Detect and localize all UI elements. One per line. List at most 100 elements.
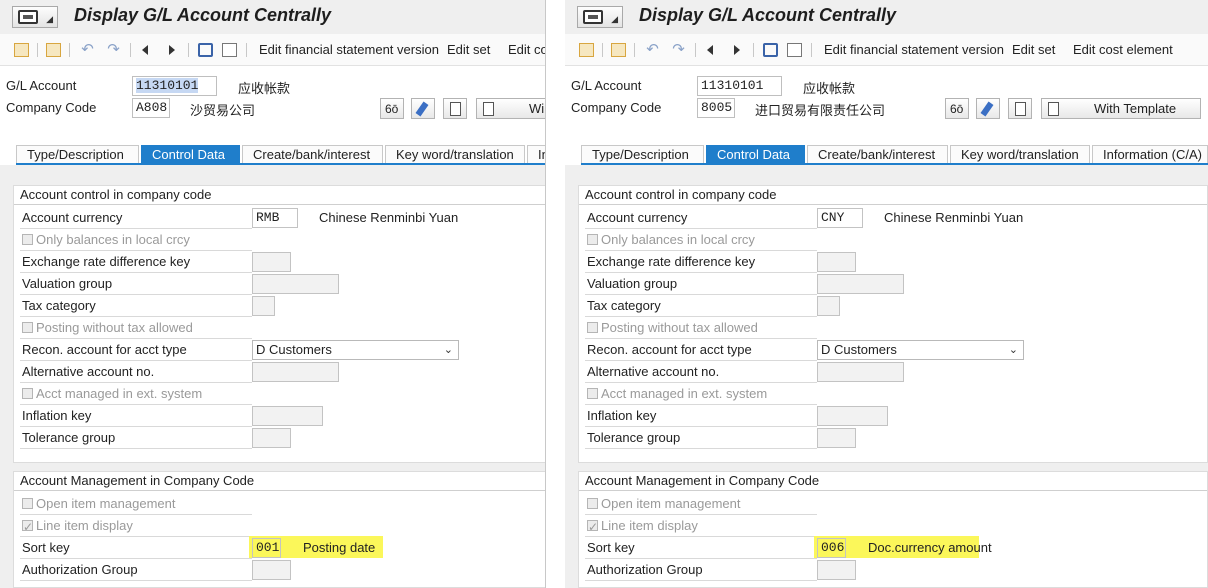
where-used-icon[interactable] [198, 43, 213, 57]
alternative-account-field[interactable] [817, 362, 904, 382]
tab-control-data[interactable]: Control Data [141, 145, 240, 164]
document-icon[interactable] [787, 43, 802, 57]
next-icon[interactable] [734, 45, 740, 55]
recon-account-label: Recon. account for acct type [585, 340, 817, 361]
company-code-field[interactable]: A808 [132, 98, 170, 118]
tolerance-group-field[interactable] [817, 428, 856, 448]
only-balances-checkbox[interactable]: Only balances in local crcy [20, 230, 252, 251]
page-icon [450, 102, 461, 116]
left-window: ◢ Display G/L Account Centrally ↶ ↷ Edit… [0, 0, 545, 588]
gl-account-field[interactable]: 11310101 [697, 76, 782, 96]
tab-control-data[interactable]: Control Data [706, 145, 805, 164]
company-code-field[interactable]: 8005 [697, 98, 735, 118]
tax-category-field[interactable] [817, 296, 840, 316]
where-used-icon[interactable] [763, 43, 778, 57]
hierarchy-icon[interactable] [611, 43, 626, 57]
redo-icon[interactable]: ↷ [671, 42, 686, 57]
edit-button[interactable] [411, 98, 435, 119]
recon-account-select[interactable]: D Customers ⌄ [817, 340, 1024, 360]
menu-icon [583, 10, 603, 24]
open-item-label: Open item management [601, 496, 741, 511]
edit-set-button[interactable]: Edit set [1012, 42, 1055, 57]
other-object-icon[interactable] [579, 43, 594, 57]
previous-icon[interactable] [142, 45, 148, 55]
sort-key-field[interactable]: 001 [252, 538, 281, 558]
authorization-group-label: Authorization Group [585, 560, 817, 581]
tab-key-word-translation[interactable]: Key word/translation [385, 145, 525, 164]
line-item-checkbox[interactable]: Line item display [20, 516, 252, 537]
edit-cost-element-button[interactable]: Edit co [508, 42, 545, 57]
exchange-rate-key-field[interactable] [252, 252, 291, 272]
authorization-group-field[interactable] [252, 560, 291, 580]
page-icon [1015, 102, 1026, 116]
account-currency-field[interactable]: RMB [252, 208, 298, 228]
tab-information[interactable]: In [527, 145, 545, 164]
authorization-group-field[interactable] [817, 560, 856, 580]
with-template-label: With Template [1094, 101, 1177, 116]
tolerance-group-field[interactable] [252, 428, 291, 448]
display-button[interactable]: 6ō [380, 98, 404, 119]
inflation-key-field[interactable] [252, 406, 323, 426]
open-item-checkbox[interactable]: Open item management [20, 494, 252, 515]
edit-fsv-button[interactable]: Edit financial statement version [259, 42, 439, 57]
account-currency-label: Account currency [20, 208, 252, 229]
acct-ext-system-checkbox[interactable]: Acct managed in ext. system [20, 384, 252, 405]
tax-category-label: Tax category [585, 296, 817, 317]
document-icon[interactable] [222, 43, 237, 57]
tab-create-bank-interest[interactable]: Create/bank/interest [242, 145, 383, 164]
account-currency-field[interactable]: CNY [817, 208, 863, 228]
undo-icon[interactable]: ↶ [645, 42, 660, 57]
alternative-account-label: Alternative account no. [585, 362, 817, 383]
sort-key-field[interactable]: 006 [817, 538, 846, 558]
sort-key-description: Doc.currency amount [868, 540, 992, 555]
valuation-group-field[interactable] [817, 274, 904, 294]
tab-type-description[interactable]: Type/Description [16, 145, 139, 164]
system-menu-button[interactable]: ◢ [577, 6, 623, 28]
edit-fsv-button[interactable]: Edit financial statement version [824, 42, 1004, 57]
valuation-group-field[interactable] [252, 274, 339, 294]
open-item-checkbox[interactable]: Open item management [585, 494, 817, 515]
hierarchy-icon[interactable] [46, 43, 61, 57]
create-button[interactable] [443, 98, 467, 119]
edit-cost-element-button[interactable]: Edit cost element [1073, 42, 1173, 57]
pencil-icon [415, 101, 429, 117]
undo-icon[interactable]: ↶ [80, 42, 95, 57]
acct-ext-system-checkbox[interactable]: Acct managed in ext. system [585, 384, 817, 405]
system-menu-button[interactable]: ◢ [12, 6, 58, 28]
gl-account-field[interactable]: 11310101 [132, 76, 217, 96]
alternative-account-field[interactable] [252, 362, 339, 382]
alternative-account-label: Alternative account no. [20, 362, 252, 383]
tab-create-bank-interest[interactable]: Create/bank/interest [807, 145, 948, 164]
glasses-icon: 6ō [950, 102, 964, 116]
line-item-checkbox[interactable]: Line item display [585, 516, 817, 537]
tab-type-description[interactable]: Type/Description [581, 145, 704, 164]
inflation-key-field[interactable] [817, 406, 888, 426]
application-toolbar: ↶ ↷ Edit financial statement version Edi… [565, 34, 1208, 66]
right-window: ◢ Display G/L Account Centrally ↶ ↷ Edit… [565, 0, 1208, 588]
posting-without-tax-checkbox[interactable]: Posting without tax allowed [20, 318, 252, 339]
exchange-rate-key-field[interactable] [817, 252, 856, 272]
tab-information[interactable]: Information (C/A) [1092, 145, 1208, 164]
exchange-rate-key-label: Exchange rate difference key [20, 252, 252, 273]
next-icon[interactable] [169, 45, 175, 55]
other-object-icon[interactable] [14, 43, 29, 57]
only-balances-checkbox[interactable]: Only balances in local crcy [585, 230, 817, 251]
with-template-button[interactable]: With Template [1041, 98, 1201, 119]
create-button[interactable] [1008, 98, 1032, 119]
with-template-button[interactable]: Wi [476, 98, 545, 119]
inflation-key-label: Inflation key [20, 406, 252, 427]
display-button[interactable]: 6ō [945, 98, 969, 119]
redo-icon[interactable]: ↷ [106, 42, 121, 57]
chevron-down-icon: ⌄ [1008, 344, 1018, 356]
posting-without-tax-checkbox[interactable]: Posting without tax allowed [585, 318, 817, 339]
checkbox-icon [22, 498, 33, 509]
account-management-group: Account Management in Company Code Open … [578, 471, 1208, 588]
tab-key-word-translation[interactable]: Key word/translation [950, 145, 1090, 164]
edit-set-button[interactable]: Edit set [447, 42, 490, 57]
edit-button[interactable] [976, 98, 1000, 119]
tax-category-field[interactable] [252, 296, 275, 316]
previous-icon[interactable] [707, 45, 713, 55]
chevron-down-icon: ⌄ [443, 344, 453, 356]
toolbar-separator [37, 43, 38, 57]
recon-account-select[interactable]: D Customers ⌄ [252, 340, 459, 360]
